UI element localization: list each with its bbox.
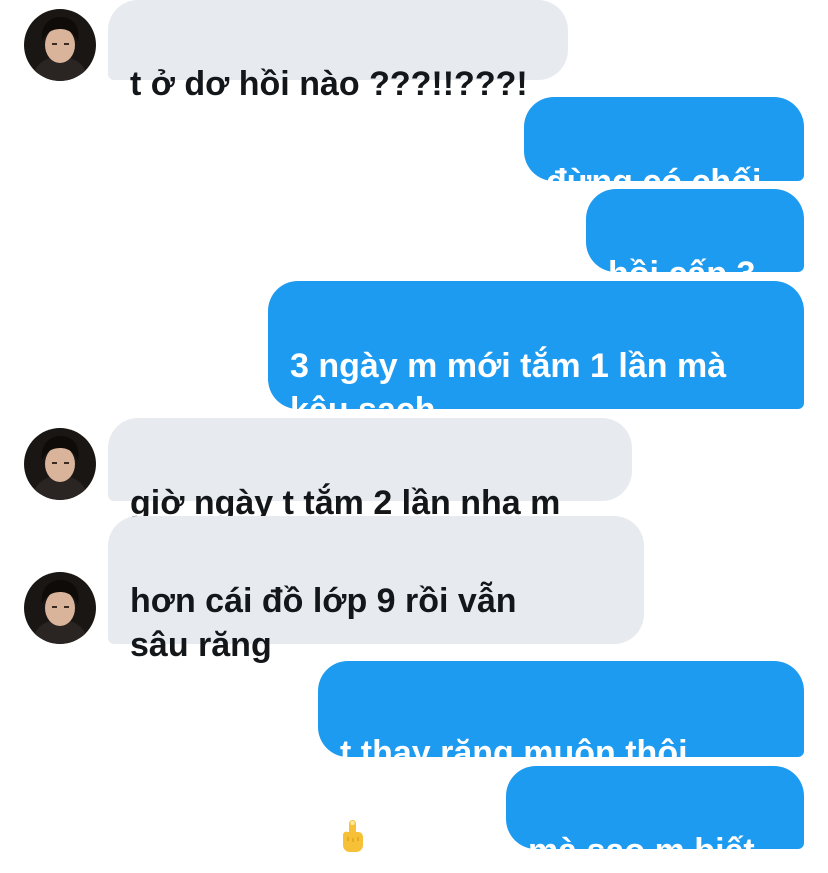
avatar-photo xyxy=(24,572,96,644)
incoming-message[interactable]: hơn cái đồ lớp 9 rồi vẫn sâu răng xyxy=(108,516,644,664)
outgoing-message[interactable]: đừng có chối xyxy=(524,97,804,201)
outgoing-message[interactable]: mà sao m biết xyxy=(506,766,804,870)
avatar-photo xyxy=(24,428,96,500)
avatar-photo xyxy=(24,9,96,81)
contact-avatar[interactable] xyxy=(24,9,96,81)
message-text: mà sao m biết xyxy=(528,832,755,870)
contact-avatar[interactable] xyxy=(24,572,96,644)
message-text: 3 ngày m mới tắm 1 lần mà kêu sạch xyxy=(290,347,727,429)
outgoing-message[interactable]: t thay răng muộn thôi xyxy=(318,661,804,852)
message-text: t ở dơ hồi nào ???!!???! xyxy=(130,65,528,103)
message-text: hơn cái đồ lớp 9 rồi vẫn sâu răng xyxy=(130,582,517,664)
outgoing-message[interactable]: hồi cấp 3 xyxy=(586,189,804,293)
outgoing-message[interactable]: 3 ngày m mới tắm 1 lần mà kêu sạch xyxy=(268,281,804,429)
incoming-message[interactable]: giờ ngày t tắm 2 lần nha m xyxy=(108,418,632,522)
middle-finger-emoji xyxy=(340,775,366,852)
incoming-message[interactable]: t ở dơ hồi nào ???!!???! xyxy=(108,0,568,103)
contact-avatar[interactable] xyxy=(24,428,96,500)
